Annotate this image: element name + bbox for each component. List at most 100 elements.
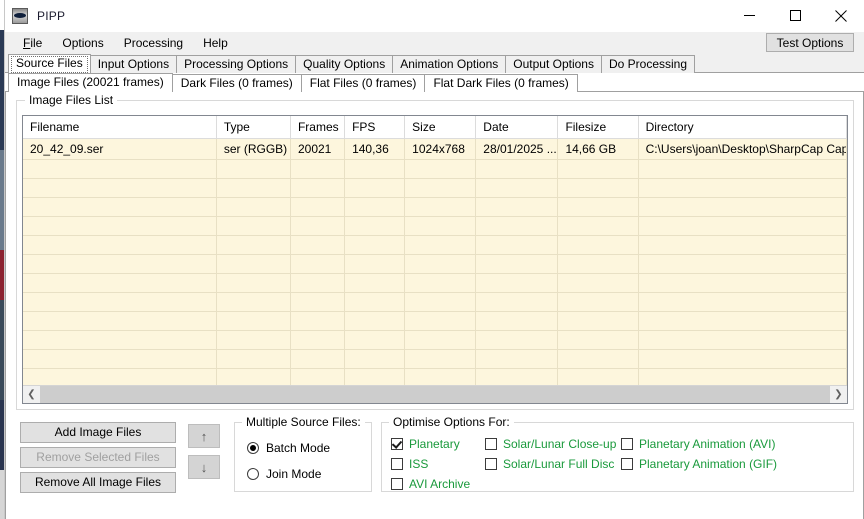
column-header-filename[interactable]: Filename [23,116,217,139]
cell-empty [216,349,291,369]
add-image-files-button[interactable]: Add Image Files [20,422,176,443]
checkbox-planetary-animation-avi[interactable]: Planetary Animation (AVI) [621,437,776,451]
chevron-right-icon[interactable]: ❯ [830,386,847,403]
checkbox-solar-lunar-full-disc[interactable]: Solar/Lunar Full Disc [485,457,614,471]
table-row[interactable] [23,254,847,274]
column-header-frames[interactable]: Frames [290,116,346,139]
column-header-size[interactable]: Size [404,116,477,139]
tab-do-processing[interactable]: Do Processing [600,55,696,73]
cell-empty [216,178,291,198]
column-header-fps[interactable]: FPS [344,116,406,139]
title-bar: PIPP [5,0,864,32]
checkbox-indicator [391,438,403,450]
cell-empty [290,216,346,236]
tab-input-options[interactable]: Input Options [89,55,178,73]
table-row[interactable] [23,235,847,255]
subtab-label: Dark Files (0 frames) [180,76,293,90]
arrow-down-icon[interactable]: ↓ [188,455,220,479]
subtab-image-files[interactable]: Image Files (20021 frames) [8,73,173,92]
menu-label: Processing [123,36,184,50]
remove-all-image-files-button[interactable]: Remove All Image Files [20,472,176,493]
table-row[interactable] [23,216,847,236]
tab-output-options[interactable]: Output Options [505,55,602,73]
table-row[interactable] [23,330,847,350]
column-header-directory[interactable]: Directory [638,116,847,139]
cell-empty [216,311,291,331]
cell-empty [290,254,346,274]
menu-label: Help [203,36,228,50]
cell-empty [404,178,477,198]
cell-size: 1024x768 [404,138,477,160]
checkbox-indicator [391,458,403,470]
checkbox-solar-lunar-close-up[interactable]: Solar/Lunar Close-up [485,437,616,451]
tab-label: Output Options [513,57,594,71]
checkbox-avi-archive[interactable]: AVI Archive [391,477,470,491]
cell-empty [344,273,406,293]
cell-empty [344,159,406,179]
table-row[interactable] [23,159,847,179]
scrollbar-track[interactable] [40,386,830,403]
cell-empty [23,311,217,331]
scrollbar-thumb[interactable] [40,386,830,403]
cell-empty [216,235,291,255]
app-icon [12,7,28,24]
cell-empty [344,216,406,236]
minimize-icon[interactable] [726,0,772,31]
tab-source-files[interactable]: Source Files [8,54,91,73]
column-header-filesize[interactable]: Filesize [557,116,639,139]
table-row[interactable] [23,197,847,217]
menu-item-file[interactable]: File [13,33,52,53]
column-header-date[interactable]: Date [475,116,559,139]
cell-empty [216,292,291,312]
radio-join-mode[interactable]: Join Mode [247,467,321,481]
file-list-container[interactable]: Filename Type Frames FPS Size Date Files… [22,115,848,404]
subtab-flat-files[interactable]: Flat Files (0 frames) [300,74,426,92]
cell-empty [344,292,406,312]
file-action-buttons: Add Image Files Remove Selected Files Re… [20,422,176,497]
tab-animation-options[interactable]: Animation Options [392,55,507,73]
cell-empty [344,235,406,255]
checkbox-planetary[interactable]: Planetary [391,437,460,451]
checkbox-indicator [391,478,403,490]
cell-empty [475,349,559,369]
cell-empty [638,349,847,369]
radio-label: Batch Mode [266,441,331,455]
horizontal-scrollbar[interactable]: ❮ ❯ [23,385,847,403]
cell-empty [404,273,477,293]
close-icon[interactable] [818,0,864,31]
cell-frames: 20021 [290,138,346,160]
checkbox-iss[interactable]: ISS [391,457,428,471]
tab-processing-options[interactable]: Processing Options [176,55,297,73]
table-row[interactable] [23,311,847,331]
cell-empty [638,178,847,198]
checkbox-indicator [485,458,497,470]
cell-empty [638,159,847,179]
table-row[interactable] [23,349,847,369]
menu-item-options[interactable]: Options [52,33,113,53]
maximize-icon[interactable] [772,0,818,31]
menu-item-processing[interactable]: Processing [114,33,193,53]
tab-quality-options[interactable]: Quality Options [295,55,394,73]
test-options-button[interactable]: Test Options [766,33,854,52]
radio-indicator [247,468,259,480]
radio-batch-mode[interactable]: Batch Mode [247,441,330,455]
table-row[interactable] [23,273,847,293]
table-row[interactable] [23,178,847,198]
remove-selected-files-button[interactable]: Remove Selected Files [20,447,176,468]
subtab-dark-files[interactable]: Dark Files (0 frames) [171,74,302,92]
radio-indicator [247,442,259,454]
multiple-source-files-group: Multiple Source Files: Batch Mode Join M… [234,415,372,492]
column-header-type[interactable]: Type [216,116,291,139]
cell-empty [290,330,346,350]
chevron-left-icon[interactable]: ❮ [23,386,40,403]
arrow-up-icon[interactable]: ↑ [188,424,220,448]
checkbox-planetary-animation-gif[interactable]: Planetary Animation (GIF) [621,457,777,471]
table-row[interactable] [23,292,847,312]
table-row[interactable]: 20_42_09.ser ser (RGGB) 20021 140,36 102… [23,138,847,160]
cell-empty [23,216,217,236]
subtab-flat-dark-files[interactable]: Flat Dark Files (0 frames) [424,74,578,92]
cell-empty [344,349,406,369]
window-controls [726,0,864,31]
menu-item-help[interactable]: Help [193,33,238,53]
cell-empty [344,254,406,274]
